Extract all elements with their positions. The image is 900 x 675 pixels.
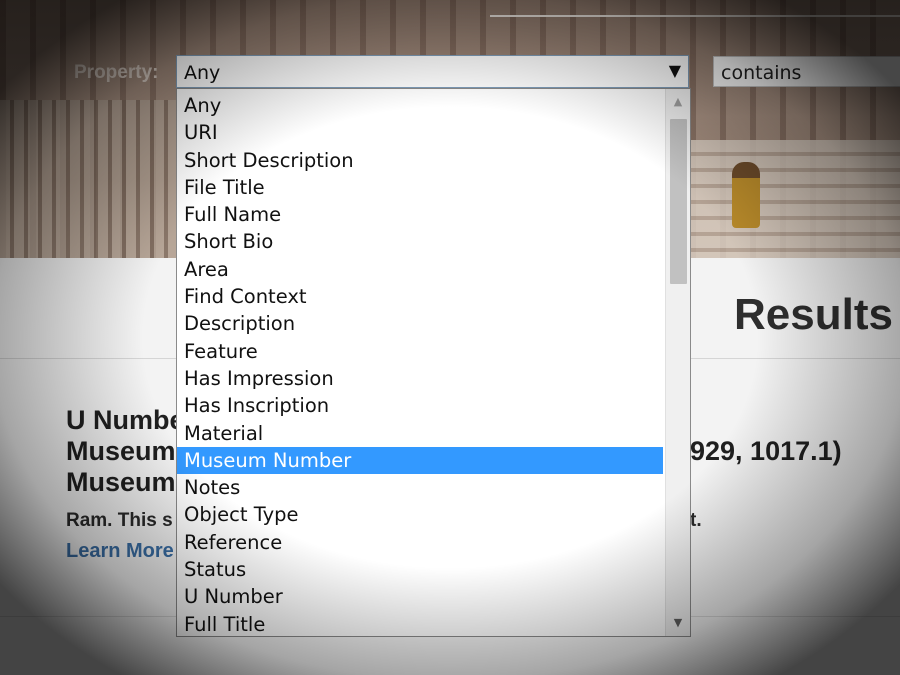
dropdown-option-selected[interactable]: Museum Number <box>177 446 663 475</box>
operator-select-value: contains <box>721 62 802 84</box>
dropdown-option[interactable]: Has Inscription <box>177 392 663 419</box>
dropdown-option[interactable]: U Number <box>177 583 663 610</box>
scrollbar-thumb[interactable] <box>670 119 687 284</box>
result-summary-tail: t. <box>690 510 702 531</box>
dropdown-option[interactable]: URI <box>177 119 663 146</box>
operator-select[interactable]: contains <box>713 56 900 87</box>
learn-more-link[interactable]: Learn More <box>66 540 174 563</box>
result-heading-line1[interactable]: U Numbe <box>66 405 185 436</box>
dropdown-option[interactable]: Full Name <box>177 201 663 228</box>
dropdown-option[interactable]: File Title <box>177 174 663 201</box>
property-dropdown-list[interactable]: Any URI Short Description File Title Ful… <box>176 88 691 637</box>
dropdown-option[interactable]: Has Impression <box>177 365 663 392</box>
dropdown-option[interactable]: Feature <box>177 338 663 365</box>
result-heading-line2-tail[interactable]: 929, 1017.1) <box>690 436 842 467</box>
banner-rule <box>490 15 900 17</box>
banner-steps <box>690 140 900 258</box>
result-summary: Ram. This s <box>66 510 173 531</box>
dropdown-option[interactable]: Find Context <box>177 283 663 310</box>
scroll-up-arrow-icon[interactable]: ▲ <box>666 91 690 113</box>
property-select[interactable]: Any ▼ <box>176 55 689 88</box>
result-heading-line2[interactable]: Museum <box>66 436 176 467</box>
dropdown-option[interactable]: Any <box>177 92 663 119</box>
banner-figure <box>732 162 760 228</box>
result-heading-line3[interactable]: Museum <box>66 467 176 498</box>
dropdown-option[interactable]: Object Type <box>177 501 663 528</box>
property-label: Property: <box>74 62 159 83</box>
dropdown-option[interactable]: Area <box>177 256 663 283</box>
dropdown-option[interactable]: Status <box>177 556 663 583</box>
dropdown-option[interactable]: Material <box>177 420 663 447</box>
results-title: Results <box>734 290 893 339</box>
property-select-value: Any <box>184 62 221 84</box>
dropdown-option[interactable]: Full Title <box>177 611 663 636</box>
dropdown-option[interactable]: Short Bio <box>177 228 663 255</box>
chevron-down-icon[interactable]: ▼ <box>669 61 681 80</box>
dropdown-options: Any URI Short Description File Title Ful… <box>177 92 663 636</box>
dropdown-option[interactable]: Short Description <box>177 147 663 174</box>
dropdown-option[interactable]: Reference <box>177 529 663 556</box>
scroll-down-arrow-icon[interactable]: ▼ <box>666 612 690 634</box>
dropdown-scrollbar[interactable]: ▲ ▼ <box>665 89 690 636</box>
dropdown-option[interactable]: Notes <box>177 474 663 501</box>
dropdown-option[interactable]: Description <box>177 310 663 337</box>
banner-building <box>0 100 180 258</box>
